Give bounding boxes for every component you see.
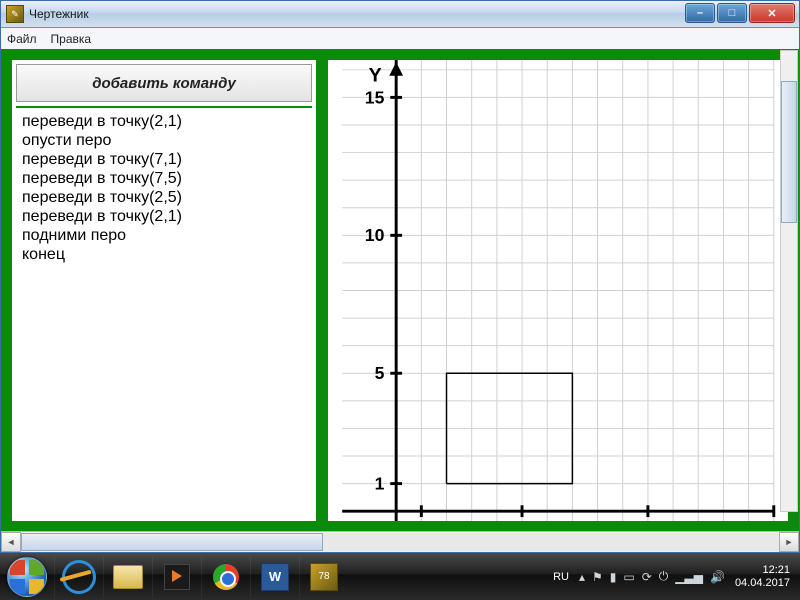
system-tray: RU ▴ ⚑ ▮ ▭ ⟳ ⏻ ▁▃▅ 🔊 12:21 04.04.2017 [553, 553, 800, 600]
svg-text:0: 0 [375, 517, 385, 521]
taskbar-app[interactable]: 78 [299, 557, 348, 597]
command-line[interactable]: конец [22, 245, 306, 264]
drawing-canvas[interactable]: 1510151510150Y [327, 59, 789, 522]
windows-orb-icon [7, 557, 47, 597]
app-taskbar-icon: 78 [310, 563, 338, 591]
clock-date: 04.04.2017 [735, 577, 790, 590]
folder-icon [113, 565, 143, 589]
svg-text:Y: Y [369, 65, 382, 87]
taskbar-ie[interactable] [54, 557, 103, 597]
start-button[interactable] [0, 553, 54, 600]
plot-svg: 1510151510150Y [328, 60, 788, 521]
window-title: Чертежник [29, 7, 89, 21]
command-line[interactable]: переведи в точку(7,1) [22, 150, 306, 169]
svg-text:5: 5 [375, 363, 385, 383]
sync-icon[interactable]: ⟳ [642, 570, 652, 584]
command-line[interactable]: переведи в точку(2,1) [22, 207, 306, 226]
command-line[interactable]: переведи в точку(2,5) [22, 188, 306, 207]
volume-icon[interactable]: 🔊 [710, 570, 725, 584]
signal-icon[interactable]: ▁▃▅ [675, 570, 703, 584]
scroll-track[interactable] [21, 533, 779, 551]
app-window: ✎ Чертежник – □ ✕ Файл Правка добавить к… [0, 0, 800, 553]
scroll-left-button[interactable]: ◄ [1, 532, 21, 552]
svg-text:15: 15 [365, 87, 385, 107]
window-buttons: – □ ✕ [685, 3, 795, 23]
taskbar[interactable]: W 78 RU ▴ ⚑ ▮ ▭ ⟳ ⏻ ▁▃▅ 🔊 12:21 04.04.20… [0, 553, 800, 600]
add-command-button[interactable]: добавить команду [16, 64, 312, 102]
client-area: добавить команду переведи в точку(2,1)оп… [1, 49, 799, 532]
svg-text:10: 10 [365, 225, 385, 245]
command-line[interactable]: переведи в точку(7,5) [22, 169, 306, 188]
command-line[interactable]: переведи в точку(2,1) [22, 112, 306, 131]
clock[interactable]: 12:21 04.04.2017 [735, 564, 790, 590]
svg-text:10: 10 [638, 517, 658, 521]
battery-icon[interactable]: ▭ [623, 570, 634, 584]
app-frame: добавить команду переведи в точку(2,1)оп… [1, 49, 799, 532]
chevron-up-icon[interactable]: ▴ [579, 570, 585, 584]
horizontal-scrollbar[interactable]: ◄ ► [1, 531, 799, 552]
vscroll-thumb[interactable] [781, 81, 797, 223]
flag-icon[interactable]: ⚑ [592, 570, 603, 584]
minimize-button[interactable]: – [685, 3, 715, 23]
svg-text:15: 15 [764, 517, 784, 521]
media-player-icon [164, 564, 190, 590]
wifi-icon[interactable]: ⏻ [659, 569, 669, 584]
taskbar-chrome[interactable] [201, 557, 250, 597]
tray-icons[interactable]: ▴ ⚑ ▮ ▭ ⟳ ⏻ ▁▃▅ 🔊 [579, 569, 725, 584]
menubar: Файл Правка [1, 28, 799, 51]
clock-time: 12:21 [735, 564, 790, 577]
svg-text:1: 1 [416, 517, 426, 521]
app-icon: ✎ [6, 5, 24, 23]
word-icon: W [261, 563, 289, 591]
chrome-icon [213, 564, 239, 590]
scroll-right-button[interactable]: ► [779, 532, 799, 552]
command-list[interactable]: переведи в точку(2,1)опусти перопереведи… [16, 106, 312, 517]
taskbar-explorer[interactable] [103, 557, 152, 597]
titlebar[interactable]: ✎ Чертежник – □ ✕ [1, 1, 799, 28]
vertical-scrollbar[interactable] [780, 50, 798, 512]
ie-icon [58, 556, 100, 598]
command-panel: добавить команду переведи в точку(2,1)оп… [11, 59, 317, 522]
taskbar-apps: W 78 [54, 553, 348, 600]
network-icon[interactable]: ▮ [610, 570, 617, 584]
taskbar-mediaplayer[interactable] [152, 557, 201, 597]
scroll-thumb[interactable] [21, 533, 323, 551]
close-button[interactable]: ✕ [749, 3, 795, 23]
svg-text:1: 1 [375, 473, 385, 493]
maximize-button[interactable]: □ [717, 3, 747, 23]
svg-text:5: 5 [517, 517, 527, 521]
taskbar-word[interactable]: W [250, 557, 299, 597]
menu-edit[interactable]: Правка [51, 32, 92, 46]
language-indicator[interactable]: RU [553, 571, 569, 583]
menu-file[interactable]: Файл [7, 32, 37, 46]
command-line[interactable]: опусти перо [22, 131, 306, 150]
command-line[interactable]: подними перо [22, 226, 306, 245]
